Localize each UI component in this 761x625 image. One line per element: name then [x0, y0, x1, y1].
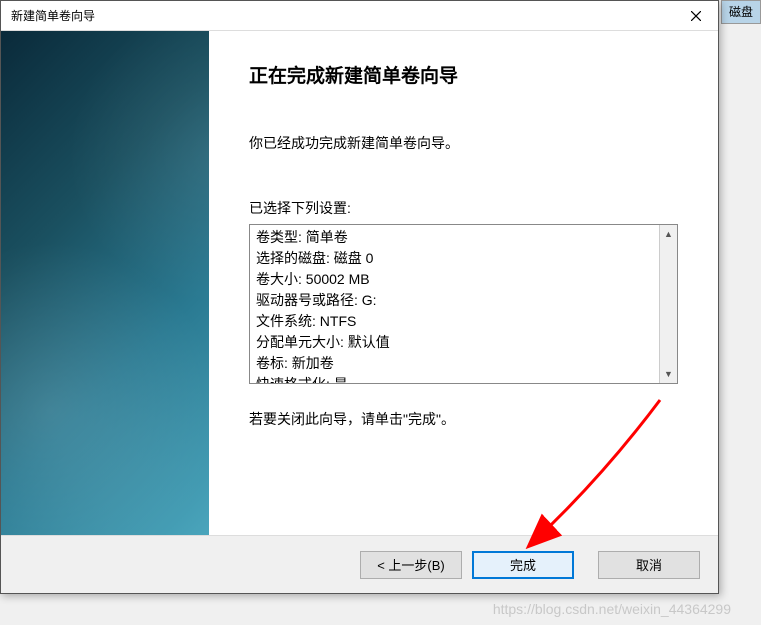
main-panel: 正在完成新建简单卷向导 你已经成功完成新建简单卷向导。 已选择下列设置: 卷类型…	[209, 31, 718, 535]
list-item: 快速格式化: 是	[256, 374, 653, 383]
scroll-down-icon[interactable]: ▼	[664, 369, 673, 379]
watermark: https://blog.csdn.net/weixin_44364299	[493, 601, 731, 617]
window-title: 新建简单卷向导	[11, 7, 95, 24]
list-item: 分配单元大小: 默认值	[256, 332, 653, 353]
settings-label: 已选择下列设置:	[249, 198, 678, 218]
footer-buttons: < 上一步(B) 完成 取消	[1, 535, 718, 593]
list-item: 选择的磁盘: 磁盘 0	[256, 248, 653, 269]
list-item: 驱动器号或路径: G:	[256, 290, 653, 311]
close-button[interactable]	[674, 1, 718, 31]
page-heading: 正在完成新建简单卷向导	[249, 61, 678, 88]
scroll-up-icon[interactable]: ▲	[664, 229, 673, 239]
background-tab: 磁盘	[721, 0, 761, 24]
settings-lines: 卷类型: 简单卷 选择的磁盘: 磁盘 0 卷大小: 50002 MB 驱动器号或…	[250, 225, 659, 383]
content-area: 正在完成新建简单卷向导 你已经成功完成新建简单卷向导。 已选择下列设置: 卷类型…	[1, 31, 718, 535]
list-item: 卷类型: 简单卷	[256, 227, 653, 248]
completion-text: 你已经成功完成新建简单卷向导。	[249, 133, 678, 153]
cancel-button[interactable]: 取消	[598, 551, 700, 579]
wizard-dialog: 新建简单卷向导 正在完成新建简单卷向导 你已经成功完成新建简单卷向导。 已选择下…	[0, 0, 719, 594]
back-button[interactable]: < 上一步(B)	[360, 551, 462, 579]
close-hint: 若要关闭此向导，请单击"完成"。	[249, 409, 678, 429]
list-item: 卷大小: 50002 MB	[256, 269, 653, 290]
wizard-sidebar-image	[1, 31, 209, 535]
titlebar: 新建简单卷向导	[1, 1, 718, 31]
close-icon	[691, 11, 701, 21]
list-item: 卷标: 新加卷	[256, 353, 653, 374]
list-item: 文件系统: NTFS	[256, 311, 653, 332]
finish-button[interactable]: 完成	[472, 551, 574, 579]
scrollbar[interactable]: ▲ ▼	[659, 225, 677, 383]
settings-listbox[interactable]: 卷类型: 简单卷 选择的磁盘: 磁盘 0 卷大小: 50002 MB 驱动器号或…	[249, 224, 678, 384]
